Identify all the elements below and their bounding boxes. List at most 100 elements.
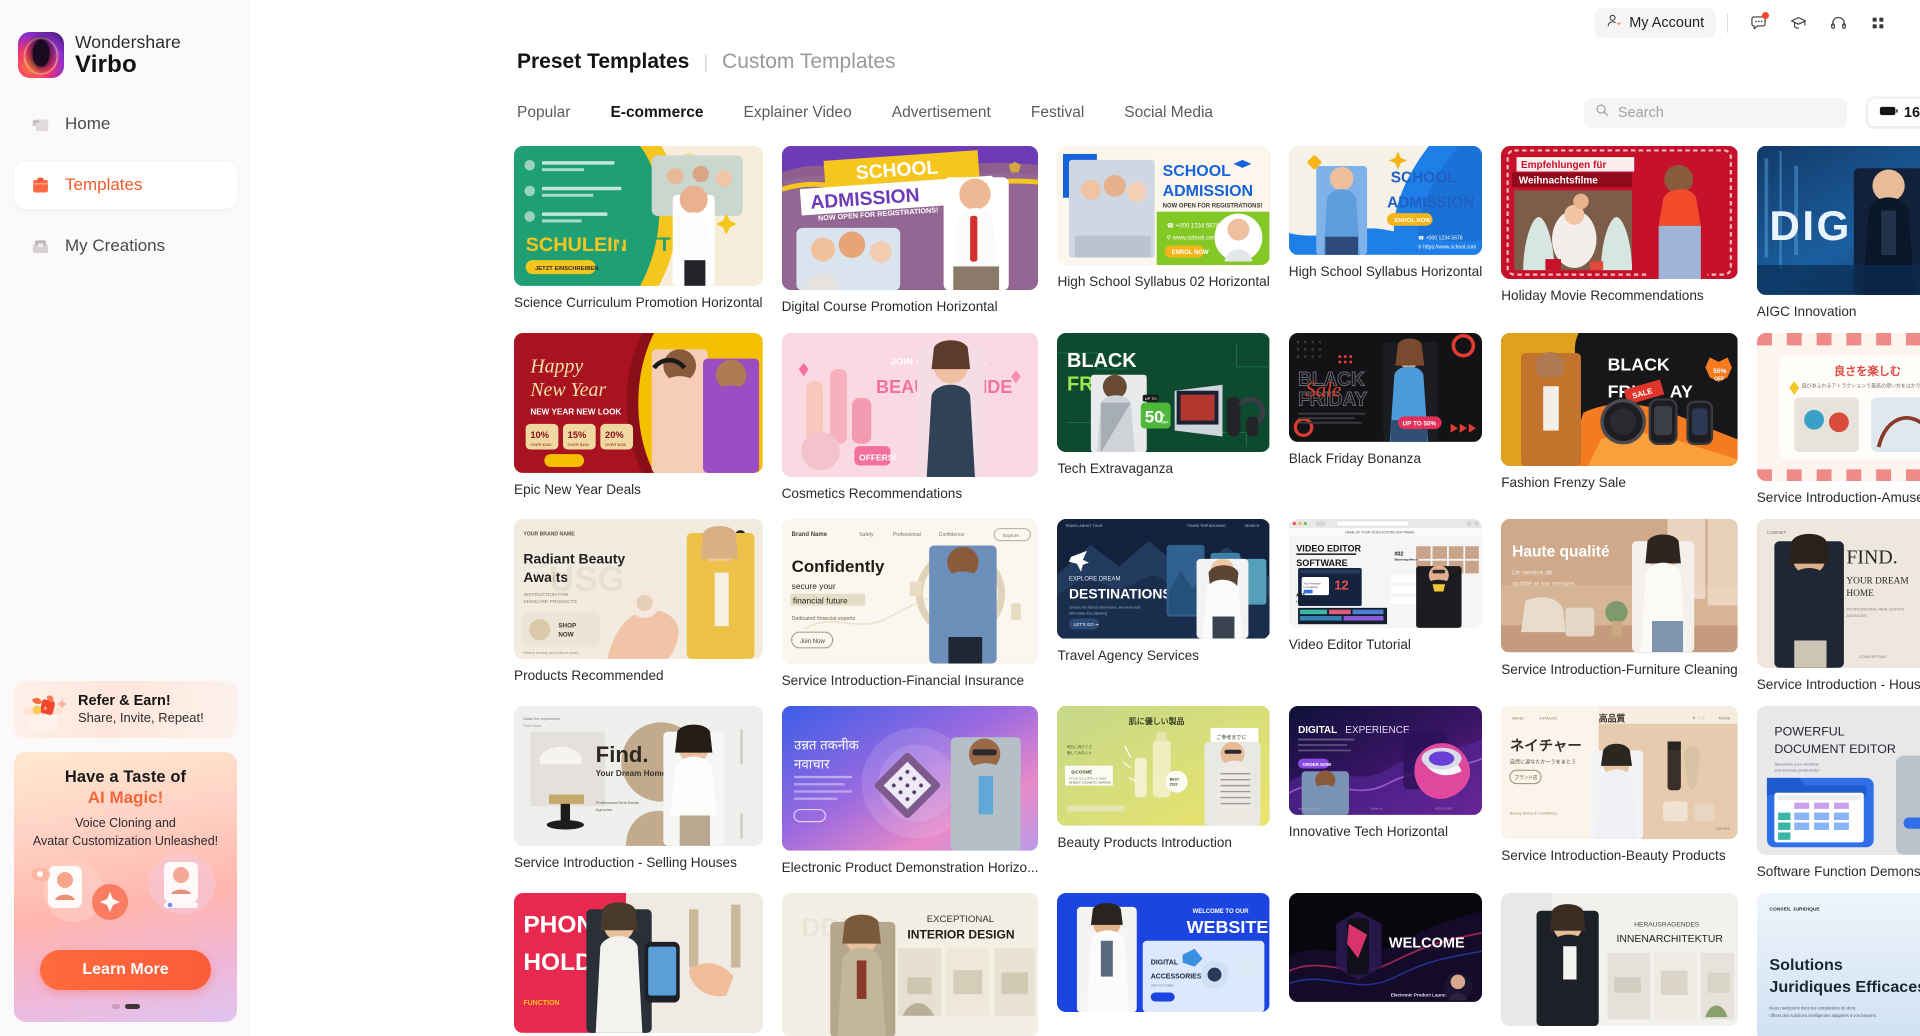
search-input[interactable] [1617, 104, 1836, 121]
svg-text:ORDER NOW: ORDER NOW [1302, 762, 1331, 767]
template-card[interactable]: Haute qualité Un service de qualité et s… [1501, 519, 1738, 692]
svg-text:99 BEST COSMETIC AWARDS: 99 BEST COSMETIC AWARDS [1069, 781, 1111, 785]
my-account-button[interactable]: My Account [1594, 8, 1717, 38]
svg-text:PROFESSIONAL REAL ESTATE: PROFESSIONAL REAL ESTATE [1846, 607, 1904, 612]
tab-preset-templates[interactable]: Preset Templates [517, 50, 689, 74]
refer-and-earn-card[interactable]: Refer & Earn! Share, Invite, Repeat! [14, 681, 237, 738]
template-card[interactable]: YOUR BRAND NAME Radiant Beauty Awaits IN… [514, 519, 763, 692]
template-card[interactable]: 肌に優しい製品 ご参考までに 明日に向けてさ 晚してみない々 @COSME ベス [1057, 706, 1270, 879]
template-card[interactable]: BLACK FRID AY SALE 50% OFF [1501, 332, 1738, 506]
search-box[interactable] [1583, 97, 1847, 128]
svg-text:DIGITAL: DIGITAL [1298, 725, 1337, 736]
template-card[interactable]: DIGITAL AIGC Innovation [1756, 146, 1920, 319]
template-card[interactable]: CABINET FIND. YOUR DREAM HOME PROFESSION… [1756, 519, 1920, 692]
promo-dot-1[interactable] [111, 1004, 120, 1009]
template-thumbnail: BLACK FRID AY SALE 50% OFF [1501, 332, 1738, 466]
promo-carousel-dots[interactable] [14, 1004, 237, 1009]
template-card[interactable]: BLACK FRIDAY Sale UP TO 50% Black Friday… [1288, 332, 1483, 506]
svg-text:financial future: financial future [792, 596, 847, 606]
template-card[interactable]: ◇◇◇ HERAUSRAGENDES INNENARCHITEKTUR [1501, 892, 1738, 1036]
category-social-media[interactable]: Social Media [1124, 104, 1213, 122]
template-card[interactable]: MENU CATALOG 高品質 ▼ ♡ ⚐ MORE ネイチャー 自然に返なた… [1501, 706, 1738, 879]
template-label: High School Syllabus 02 Horizontal [1057, 274, 1270, 290]
svg-text:WELCOME TO OUR: WELCOME TO OUR [1193, 909, 1250, 915]
headset-support-icon[interactable] [1819, 7, 1857, 39]
template-card[interactable]: SCHULEIN TRITT JETZT EINSCHREIBEN Scienc… [514, 146, 763, 319]
template-card[interactable]: WELCOME TO OUR WEBSITE DIGITAL ACCESSORI… [1057, 892, 1270, 1036]
template-thumbnail: DIGITAL EXPERIENCE ORDER NOW NEW [1288, 706, 1483, 815]
template-card[interactable]: SCHOOL ADMISSION NOW OPEN FOR REGISTRATI… [1057, 146, 1270, 319]
apps-grid-icon[interactable] [1859, 7, 1897, 39]
svg-text:VIDEO EDITOR: VIDEO EDITOR [1296, 544, 1361, 554]
template-label: Beauty Products Introduction [1057, 834, 1232, 850]
template-card[interactable]: उन्नत तकनीक नवाचार Electronic Product De… [781, 706, 1039, 879]
template-thumbnail: WELCOME Electronic Product Launch [1288, 892, 1483, 1002]
svg-text:OFF: OFF [1161, 419, 1170, 424]
template-card[interactable]: Happy New Year NEW YEAR NEW LOOK 10% OVE… [514, 332, 763, 506]
promo-heading: Have a Taste of [64, 768, 187, 786]
template-thumbnail: SCHOOL ADMISSION NOW OPEN FOR REGISTRATI… [781, 146, 1039, 291]
my-account-label: My Account [1629, 15, 1705, 31]
category-popular[interactable]: Popular [517, 104, 570, 122]
svg-text:Haute qualité: Haute qualité [1512, 544, 1610, 561]
template-card[interactable]: DIGITAL EXPERIENCE ORDER NOW NEW [1288, 706, 1483, 879]
category-festival[interactable]: Festival [1031, 104, 1084, 122]
graduation-cap-icon[interactable] [1779, 7, 1817, 39]
template-thumbnail: Make the experience Real Estate Find. Yo… [514, 706, 763, 847]
category-explainer-video[interactable]: Explainer Video [743, 104, 851, 122]
minimize-button[interactable] [1909, 7, 1920, 39]
svg-text:ご参考までに: ご参考までに [1217, 734, 1247, 741]
template-thumbnail: YOUR BRAND NAME Radiant Beauty Awaits IN… [514, 519, 763, 660]
svg-text:New Year: New Year [529, 379, 606, 401]
template-thumbnail: Happy New Year NEW YEAR NEW LOOK 10% OVE… [514, 332, 763, 473]
template-card[interactable]: BLACK FRIDAY 50 % OFF UP TO [1057, 332, 1270, 506]
svg-text:Sale: Sale [1305, 377, 1341, 401]
svg-text:User-friendly tools: User-friendly tools [1296, 600, 1324, 604]
template-card[interactable]: PHONE HOLDER FUNCTION [514, 892, 763, 1036]
main-tabs: Preset Templates | Custom Templates [517, 50, 1920, 74]
template-card[interactable]: DDDD EXCEPTIONAL INTERIOR DESIGN [781, 892, 1039, 1036]
svg-text:NEW YEAR NEW LOOK: NEW YEAR NEW LOOK [530, 407, 621, 416]
template-card[interactable]: SCHOOL ADMISSION NOW OPEN FOR REGISTRATI… [781, 146, 1039, 319]
sidebar-item-my-creations[interactable]: My Creations [14, 222, 237, 270]
feedback-message-icon[interactable] [1739, 7, 1777, 39]
notification-badge [1762, 12, 1770, 19]
svg-text:OVER $100: OVER $100 [530, 442, 552, 447]
svg-text:%: % [1161, 412, 1166, 418]
template-card[interactable]: CONSEIL JURIDIQUE START NOW CONSULTATION… [1756, 892, 1920, 1036]
learn-more-button[interactable]: Learn More [40, 950, 211, 990]
category-e-commerce[interactable]: E-commerce [610, 104, 703, 122]
svg-text:NOW: NOW [558, 632, 573, 639]
sidebar-item-home[interactable]: Home [14, 100, 237, 148]
sidebar-item-templates[interactable]: Templates [14, 161, 237, 209]
promo-dot-2[interactable] [124, 1004, 140, 1009]
template-card[interactable]: TRAVEL ABOUT TOUR TOURS TRIP BOOKING SEA… [1057, 519, 1270, 692]
svg-text:SEARCH: SEARCH [1245, 524, 1260, 528]
ai-magic-promo-card[interactable]: Have a Taste of AI Magic! Voice Cloning … [14, 752, 237, 1022]
template-card[interactable]: SCHOOL ADMISSION ENROL NOW ☎ +000 1234 5… [1288, 146, 1483, 319]
svg-text:ADMISSION: ADMISSION [1387, 195, 1474, 212]
category-advertisement[interactable]: Advertisement [892, 104, 991, 122]
template-card[interactable]: POWERFUL DOCUMENT EDITOR Streamline your… [1756, 706, 1920, 879]
template-card[interactable]: NAME OF YOUR VIDEO EDITING SOFTWARE VIDE… [1288, 519, 1483, 692]
main-area: My Account Preset Templates | Custom Tem… [251, 0, 1920, 1036]
svg-text:TRITT: TRITT [614, 234, 670, 256]
svg-text:INNENARCHITEKTUR: INNENARCHITEKTUR [1617, 934, 1724, 945]
svg-text:ENROL NOW: ENROL NOW [1172, 250, 1209, 256]
template-card[interactable]: JOIN OUR CHANNEL BEAUTY GUIDE OFFERS! [781, 332, 1039, 506]
refer-title: Refer & Earn! [78, 693, 171, 710]
ratio-16-9-button[interactable]: 16:9 [1867, 99, 1920, 126]
svg-text:良さを楽しむ: 良さを楽しむ [1834, 364, 1901, 378]
svg-text:@COSME: @COSME [1071, 770, 1092, 775]
template-card[interactable]: Brand Name Safety Professional Confidenc… [781, 519, 1039, 692]
template-card[interactable]: WELCOME Electronic Product Launch [1288, 892, 1483, 1036]
svg-text:Make the experience: Make the experience [523, 716, 561, 721]
tab-custom-templates[interactable]: Custom Templates [722, 50, 896, 74]
svg-text:Un service de: Un service de [1512, 570, 1553, 577]
template-card[interactable]: Make the experience Real Estate Find. Yo… [514, 706, 763, 879]
template-card[interactable]: Empfehlungen für Weihnachtsfilme Holiday… [1501, 146, 1738, 319]
svg-text:and increase productivity !: and increase productivity ! [1774, 768, 1820, 773]
templates-scroll-area[interactable]: SCHULEIN TRITT JETZT EINSCHREIBEN Scienc… [251, 146, 1920, 1036]
ratio-16-9-label: 16:9 [1903, 104, 1920, 121]
template-card[interactable]: 良さを楽しむ 遊びあふれるアトラクションで最高の使い方をはかりましょう！ [1756, 332, 1920, 505]
